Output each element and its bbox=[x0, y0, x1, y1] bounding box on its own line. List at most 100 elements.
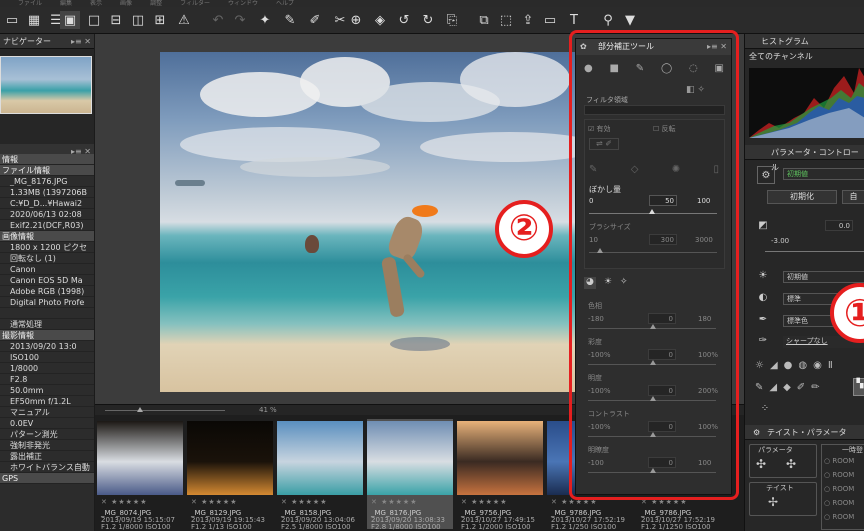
main-photo[interactable] bbox=[160, 52, 640, 392]
room-label: ROOM bbox=[832, 457, 855, 465]
room-slot[interactable]: ○ ROOM bbox=[824, 499, 854, 507]
split-view-icon[interactable]: ◫ bbox=[128, 11, 148, 29]
room-label: ROOM bbox=[832, 471, 855, 479]
info-row: ホワイトバランス自動 bbox=[0, 462, 94, 473]
file-exposure: F1.2 1/250 ISO100 bbox=[551, 523, 617, 531]
exposure-min: -3.00 bbox=[771, 237, 790, 245]
taste-param-title: テイスト・パラメータ bbox=[767, 428, 847, 437]
partial-adjust-tool-button[interactable]: ▚ bbox=[853, 378, 864, 396]
thumbnail-image[interactable] bbox=[97, 421, 183, 495]
undo-icon[interactable]: ↶ bbox=[208, 11, 228, 29]
redo-icon[interactable]: ↷ bbox=[230, 11, 250, 29]
info-section-header: 画像情報 bbox=[0, 231, 94, 242]
zoom-thumb[interactable] bbox=[137, 407, 143, 412]
panel-menu-icon[interactable]: ▸≡ ✕ bbox=[71, 34, 91, 49]
slideshow-icon[interactable]: ▭ bbox=[540, 11, 560, 29]
brush-icon[interactable]: ✎ bbox=[280, 11, 300, 29]
more-icon[interactable]: Ⅱ bbox=[828, 360, 833, 371]
brush-tool-icon[interactable]: ✐ bbox=[797, 382, 805, 393]
file-exposure: F1.2 1/2000 ISO100 bbox=[461, 523, 531, 531]
settings-gear-icon[interactable]: ⚙ bbox=[757, 166, 775, 184]
compare-icon[interactable]: ⧉ bbox=[474, 11, 494, 29]
sun-icon[interactable]: ☼ bbox=[755, 360, 764, 371]
folder-icon[interactable]: ▭ bbox=[2, 11, 22, 29]
filmstrip-thumbnail[interactable]: ✕ ★★★★★ _MG_8176.JPG 2013/09/20 13:08:33 F2… bbox=[367, 419, 453, 531]
zoom-slider[interactable] bbox=[105, 410, 225, 411]
room-slot[interactable]: ○ ROOM bbox=[824, 513, 854, 521]
grid-view-icon[interactable]: ▦ bbox=[24, 11, 44, 29]
preset-select[interactable]: 初期値 bbox=[783, 168, 864, 180]
filmstrip-thumbnail[interactable]: ✕ ★★★★★ _MG_8074.JPG 2013/09/19 15:15:07 F1… bbox=[97, 419, 183, 531]
exposure-value[interactable]: 0.0 bbox=[825, 220, 853, 231]
temp-register: 一時登 ○ ROOM ○ ROOM ○ ROOM ○ ROOM ○ ROOM bbox=[821, 444, 864, 530]
thumbnail-image[interactable] bbox=[457, 421, 543, 495]
info-row: 強制非発光 bbox=[0, 440, 94, 451]
gear-icon: ⚙ bbox=[753, 428, 761, 437]
room-slot[interactable]: ○ ROOM bbox=[824, 471, 854, 479]
rating-stars[interactable]: ✕ ★★★★★ bbox=[101, 498, 147, 506]
sphere-icon[interactable]: ● bbox=[784, 360, 793, 371]
auto-button[interactable]: 自 bbox=[842, 190, 864, 204]
tools-icon[interactable]: T bbox=[564, 11, 584, 29]
filter-icon[interactable]: ▼ bbox=[620, 11, 640, 29]
curve-icon[interactable]: ◢ bbox=[770, 360, 778, 371]
layers-icon[interactable]: ◈ bbox=[370, 11, 390, 29]
rating-stars[interactable]: ✕ ★★★★★ bbox=[461, 498, 507, 506]
fish-icon[interactable]: ◆ bbox=[783, 382, 791, 393]
thumbnail-image[interactable] bbox=[367, 421, 453, 495]
rating-stars[interactable]: ✕ ★★★★★ bbox=[281, 498, 327, 506]
af-point-icon[interactable]: ⊞ bbox=[150, 11, 170, 29]
rotate-right-icon[interactable]: ↻ bbox=[418, 11, 438, 29]
thumbnail-image[interactable] bbox=[277, 421, 363, 495]
auto-adjust-icon[interactable]: ✦ bbox=[255, 11, 275, 29]
frisbee bbox=[412, 205, 438, 217]
hdr-icon[interactable]: ◍ bbox=[798, 360, 807, 371]
rating-stars[interactable]: ✕ ★★★★★ bbox=[371, 498, 417, 506]
filmstrip-thumbnail[interactable]: ✕ ★★★★★ _MG_8129.JPG 2013/09/19 19:15:43 F1… bbox=[187, 419, 273, 531]
apply-taste-icon[interactable]: ✢ bbox=[768, 495, 778, 509]
dust-icon[interactable]: ⁘ bbox=[759, 403, 771, 415]
room-label: ROOM bbox=[832, 513, 855, 521]
room-slot[interactable]: ○ ROOM bbox=[824, 485, 854, 493]
export-icon[interactable]: ⎘ bbox=[442, 11, 462, 29]
compare-view-icon[interactable]: ⊟ bbox=[106, 11, 126, 29]
thumbnail-image[interactable] bbox=[187, 421, 273, 495]
file-exposure: F1.2 1/13 ISO100 bbox=[191, 523, 252, 531]
info-row: 通常処理 bbox=[0, 319, 94, 330]
info-row: Digital Photo Profe bbox=[0, 297, 94, 308]
filmstrip-thumbnail[interactable]: ✕ ★★★★★ _MG_9756.JPG 2013/10/27 17:49:15 F1… bbox=[457, 419, 543, 531]
room-slot[interactable]: ○ ROOM bbox=[824, 457, 854, 465]
eyedropper-icon[interactable]: ✐ bbox=[305, 11, 325, 29]
info-row: 0.0EV bbox=[0, 418, 94, 429]
rating-stars[interactable]: ✕ ★★★★★ bbox=[191, 498, 237, 506]
triangle-icon[interactable]: ◢ bbox=[769, 382, 777, 393]
apply-parameter-icon-2[interactable]: ✣ bbox=[786, 457, 796, 471]
rotate-left-icon[interactable]: ↺ bbox=[394, 11, 414, 29]
eyedropper-icon: ✒ bbox=[758, 314, 768, 325]
histogram-channel[interactable]: 全てのチャンネル bbox=[749, 51, 813, 62]
highlight-box bbox=[569, 30, 739, 500]
search-icon[interactable]: ⚲ bbox=[598, 11, 618, 29]
pen-icon[interactable]: ✎ bbox=[755, 382, 763, 393]
info-row: Adobe RGB (1998) bbox=[0, 286, 94, 297]
menu-bar: ファイル 編集 表示 画像 調整 フィルター ウィンドウ ヘルプ bbox=[0, 0, 864, 7]
single-view-icon[interactable]: □ bbox=[84, 11, 104, 29]
navigator-thumbnail[interactable] bbox=[0, 56, 92, 114]
exposure-slider[interactable] bbox=[765, 251, 864, 252]
histogram-header: ヒストグラム bbox=[745, 34, 864, 49]
edit-view-icon[interactable]: ▣ bbox=[60, 11, 80, 29]
info-row: 露出補正 bbox=[0, 451, 94, 462]
zoom-unit: % bbox=[270, 406, 277, 414]
warning-icon[interactable]: ⚠ bbox=[174, 11, 194, 29]
info-row bbox=[0, 308, 94, 319]
initialize-button[interactable]: 初期化 bbox=[767, 190, 837, 204]
lens-icon[interactable]: ◉ bbox=[813, 360, 822, 371]
room-label: ROOM bbox=[832, 499, 855, 507]
paint-icon[interactable]: ✏ bbox=[811, 382, 819, 393]
copy-icon[interactable]: ⬚ bbox=[496, 11, 516, 29]
share-icon[interactable]: ⇪ bbox=[518, 11, 538, 29]
apply-parameter-icon[interactable]: ✣ bbox=[756, 457, 766, 471]
stamp-icon[interactable]: ⊕ bbox=[346, 11, 366, 29]
filmstrip-thumbnail[interactable]: ✕ ★★★★★ _MG_8158.JPG 2013/09/20 13:04:06 F2… bbox=[277, 419, 363, 531]
picture-style-select[interactable]: 初期値 bbox=[783, 271, 864, 283]
